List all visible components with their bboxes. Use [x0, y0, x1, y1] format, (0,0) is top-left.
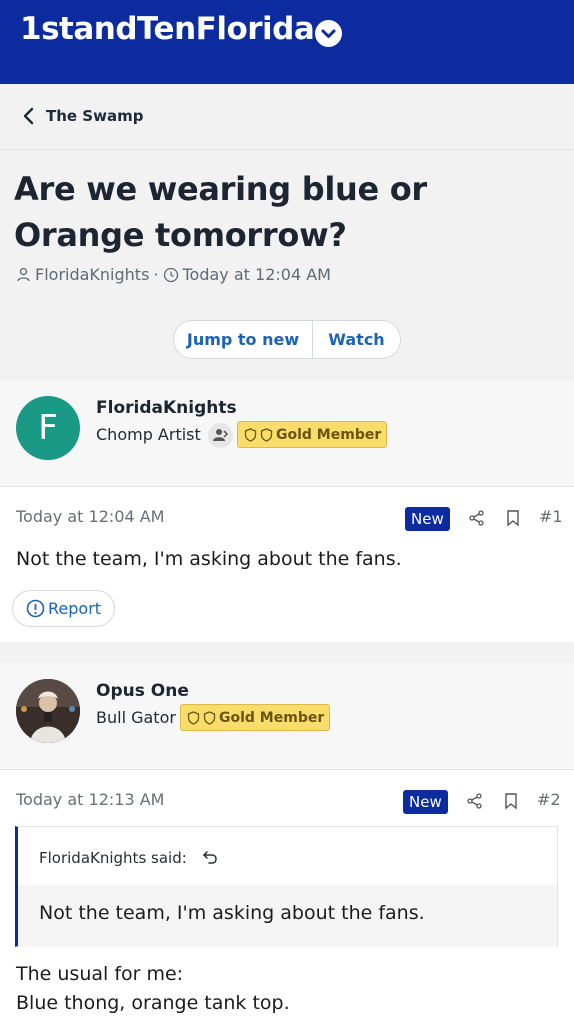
badge-label: Gold Member — [276, 426, 382, 443]
post: Today at 12:04 AM New #1 Not the team, I… — [0, 486, 574, 642]
post-date[interactable]: Today at 12:13 AM — [16, 790, 164, 809]
badge-label: Gold Member — [219, 709, 325, 726]
share-icon[interactable] — [466, 792, 484, 810]
site-title[interactable]: 1standTenFlorida — [20, 11, 315, 47]
avatar[interactable] — [16, 679, 80, 743]
shield-icon — [203, 710, 216, 725]
new-badge: New — [405, 507, 450, 531]
user-title: Chomp Artist — [96, 425, 201, 444]
jump-to-new-button[interactable]: Jump to new — [174, 321, 313, 358]
post-author-block: F FloridaKnights Chomp Artist Gold Membe… — [0, 380, 574, 486]
shield-icon — [260, 427, 273, 442]
page-title: Are we wearing blue or Orange tomorrow? — [14, 170, 427, 254]
watch-button[interactable]: Watch — [313, 321, 400, 358]
gold-member-badge: Gold Member — [237, 421, 388, 448]
gold-member-badge: Gold Member — [180, 704, 331, 731]
thread-author[interactable]: FloridaKnights — [35, 265, 149, 284]
alert-icon — [26, 599, 45, 618]
thread-actions: Jump to new Watch — [173, 320, 401, 359]
post-date[interactable]: Today at 12:04 AM — [16, 507, 164, 526]
quote-header: FloridaKnights said: — [18, 827, 557, 885]
avatar[interactable]: F — [16, 396, 80, 460]
jump-to-quote-icon[interactable] — [202, 849, 218, 865]
post-number[interactable]: #2 — [537, 790, 561, 809]
quote-content: Not the team, I'm asking about the fans. — [18, 885, 557, 947]
shield-icon — [187, 710, 200, 725]
post-author-block: Opus One Bull Gator Gold Member — [0, 663, 574, 769]
share-icon[interactable] — [468, 509, 486, 527]
bookmark-icon[interactable] — [505, 509, 521, 527]
bookmark-icon[interactable] — [503, 792, 519, 810]
report-button[interactable]: Report — [12, 590, 116, 627]
chevron-left-icon[interactable] — [22, 107, 36, 125]
post-body-line: Blue thong, orange tank top. — [16, 992, 290, 1014]
user-title: Bull Gator — [96, 708, 176, 727]
username[interactable]: FloridaKnights — [96, 398, 237, 418]
meta-separator: · — [153, 265, 159, 284]
quote-text: Not the team, I'm asking about the fans. — [39, 902, 425, 924]
shield-icon — [244, 427, 257, 442]
new-badge: New — [403, 790, 448, 814]
quote-block: FloridaKnights said: Not the team, I'm a… — [15, 826, 558, 947]
user-icon — [17, 267, 30, 282]
thread-meta: FloridaKnights · Today at 12:04 AM — [16, 265, 331, 284]
chevron-down-icon[interactable] — [315, 20, 342, 47]
site-header: 1standTenFlorida — [0, 0, 574, 84]
post-body: Not the team, I'm asking about the fans. — [16, 548, 402, 570]
clock-icon — [163, 267, 178, 282]
quote-attribution[interactable]: FloridaKnights said: — [39, 849, 187, 867]
post-body-line: The usual for me: — [16, 963, 184, 985]
staff-role-icon — [208, 423, 233, 448]
post-number[interactable]: #1 — [539, 507, 563, 526]
report-label: Report — [48, 599, 102, 618]
thread-time[interactable]: Today at 12:04 AM — [183, 265, 331, 284]
breadcrumb-link[interactable]: The Swamp — [46, 107, 143, 125]
username[interactable]: Opus One — [96, 681, 189, 701]
